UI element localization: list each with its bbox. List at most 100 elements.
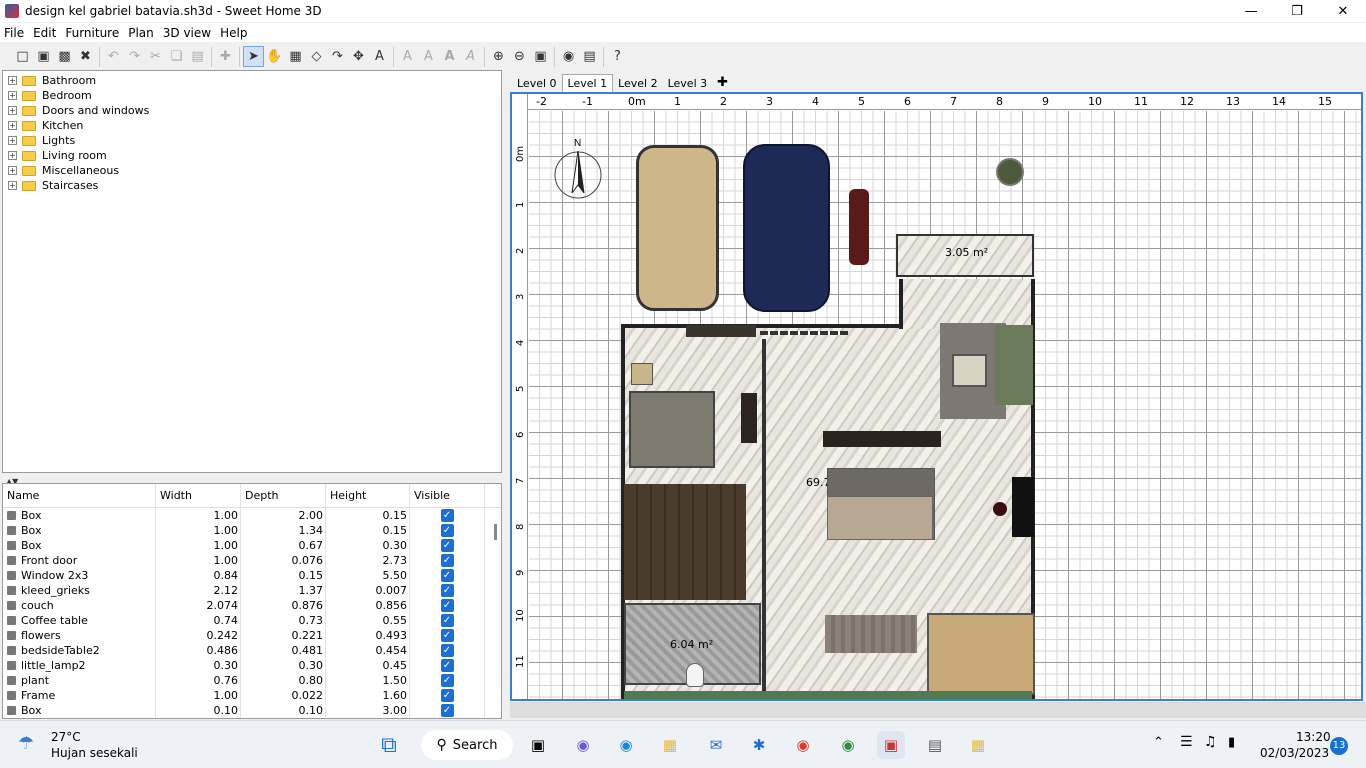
task-view-icon[interactable]: ▣ (524, 731, 552, 759)
table-row[interactable]: couch 2.074 0.876 0.856 ✓ (3, 598, 501, 613)
clock-time[interactable]: 13:20 (1296, 730, 1331, 744)
zoom-in-icon[interactable]: ⊕ (488, 46, 509, 67)
header-width[interactable]: Width (156, 484, 241, 508)
mail-icon[interactable]: ✉ (702, 731, 730, 759)
bold-text-icon[interactable]: A (439, 46, 460, 67)
table-row[interactable]: Front door 1.00 0.076 2.73 ✓ (3, 553, 501, 568)
folder-app-icon[interactable]: ▦ (964, 731, 992, 759)
visible-checkbox[interactable]: ✓ (440, 644, 454, 657)
armchair[interactable] (995, 325, 1033, 405)
create-rooms-icon[interactable]: ◇ (306, 46, 327, 67)
new-home-icon[interactable]: □ (12, 46, 33, 67)
table-scrollbar[interactable] (494, 524, 497, 540)
decrease-text-size-icon[interactable]: A (418, 46, 439, 67)
menu-edit[interactable]: Edit (29, 26, 61, 40)
file-explorer-icon[interactable]: ▦ (656, 731, 684, 759)
increase-text-size-icon[interactable]: A (397, 46, 418, 67)
copy-icon[interactable]: ❏ (166, 46, 187, 67)
sweet-home-3d-taskbar-icon[interactable]: ▣ (877, 731, 905, 759)
coffee-table[interactable] (952, 354, 987, 387)
bedside-table[interactable] (631, 363, 653, 385)
close-button[interactable]: ✕ (1320, 0, 1366, 22)
catalog-miscellaneous[interactable]: + Miscellaneous (3, 163, 501, 178)
table-row[interactable]: kleed_grieks 2.12 1.37 0.007 ✓ (3, 583, 501, 598)
redo-icon[interactable]: ↷ (124, 46, 145, 67)
table-row[interactable]: Box 1.00 2.00 0.15 ✓ (3, 508, 501, 523)
clock-date[interactable]: 02/03/2023 (1260, 746, 1329, 760)
upper-right-floor[interactable] (899, 279, 1035, 329)
plan-view[interactable]: N 3.05 m² 6.04 m² 69.78 m² (510, 92, 1363, 701)
couch[interactable] (827, 496, 933, 540)
add-text-icon[interactable]: A (369, 46, 390, 67)
save-icon[interactable]: ▩ (54, 46, 75, 67)
tv-console[interactable] (823, 431, 941, 447)
catalog-bedroom[interactable]: + Bedroom (3, 88, 501, 103)
tray-chevron-icon[interactable]: ⌃ (1153, 735, 1164, 750)
menu-help[interactable]: Help (216, 26, 252, 40)
table-row[interactable]: flowers 0.242 0.221 0.493 ✓ (3, 628, 501, 643)
pane-splitter[interactable]: ▲▼ (2, 474, 502, 486)
catalog-staircases[interactable]: + Staircases (3, 178, 501, 193)
paste-icon[interactable]: ▤ (187, 46, 208, 67)
table-row[interactable]: Window 2x3 0.84 0.15 5.50 ✓ (3, 568, 501, 583)
visible-checkbox[interactable]: ✓ (440, 509, 454, 522)
floor-lamp[interactable] (993, 502, 1007, 516)
camera-icon[interactable]: ◉ (558, 46, 579, 67)
table-row[interactable]: Box 0.10 0.10 3.00 ✓ (3, 703, 501, 718)
visible-checkbox[interactable]: ✓ (440, 629, 454, 642)
create-polylines-icon[interactable]: ↷ (327, 46, 348, 67)
start-icon[interactable]: ⧉ (375, 731, 403, 759)
tab-level-2[interactable]: Level 2 (613, 75, 663, 92)
weather-desc[interactable]: Hujan sesekali (51, 746, 138, 760)
blue-car[interactable] (743, 144, 830, 312)
visible-checkbox[interactable]: ✓ (440, 554, 454, 567)
video-icon[interactable]: ▤ (579, 46, 600, 67)
visible-checkbox[interactable]: ✓ (440, 524, 454, 537)
visible-checkbox[interactable]: ✓ (440, 689, 454, 702)
wifi-icon[interactable]: ☰ (1180, 734, 1193, 750)
table-row[interactable]: Frame 1.00 0.022 1.60 ✓ (3, 688, 501, 703)
undo-icon[interactable]: ↶ (103, 46, 124, 67)
visible-checkbox[interactable]: ✓ (440, 569, 454, 582)
catalog-doors-windows[interactable]: + Doors and windows (3, 103, 501, 118)
table-row[interactable]: Coffee table 0.74 0.73 0.55 ✓ (3, 613, 501, 628)
zoom-out-icon[interactable]: ⊖ (509, 46, 530, 67)
visible-checkbox[interactable]: ✓ (440, 659, 454, 672)
catalog-bathroom[interactable]: + Bathroom (3, 73, 501, 88)
create-photo-icon[interactable]: ▣ (530, 46, 551, 67)
table-row[interactable]: little_lamp2 0.30 0.30 0.45 ✓ (3, 658, 501, 673)
table-row[interactable]: Box 1.00 0.67 0.30 ✓ (3, 538, 501, 553)
plan-grid[interactable]: N 3.05 m² 6.04 m² 69.78 m² (529, 111, 1361, 699)
add-level-icon[interactable]: ✚ (712, 73, 733, 92)
restore-button[interactable]: ❐ (1274, 0, 1320, 22)
bed[interactable] (629, 391, 715, 468)
catalog-living-room[interactable]: + Living room (3, 148, 501, 163)
3d-view-strip[interactable] (510, 702, 1366, 718)
kitchen-counter[interactable] (927, 613, 1035, 695)
menu-file[interactable]: File (0, 26, 29, 40)
other-app-icon[interactable]: ▤ (921, 731, 949, 759)
battery-icon[interactable]: ▮ (1228, 735, 1235, 750)
visible-checkbox[interactable]: ✓ (440, 539, 454, 552)
chrome-profile-icon[interactable]: ◉ (834, 731, 862, 759)
menu-furniture[interactable]: Furniture (61, 26, 124, 40)
help-icon[interactable]: ? (607, 46, 628, 67)
compass-icon[interactable]: N (553, 137, 605, 201)
cut-icon[interactable]: ✂ (145, 46, 166, 67)
tv-cabinet[interactable] (741, 393, 757, 443)
edge-icon[interactable]: ◉ (612, 731, 640, 759)
bedroom-desk[interactable] (686, 325, 756, 337)
chrome-icon[interactable]: ◉ (789, 731, 817, 759)
visible-checkbox[interactable]: ✓ (440, 599, 454, 612)
weather-icon[interactable]: ☂ (18, 733, 42, 757)
select-mode-icon[interactable]: ➤ (243, 46, 264, 67)
minimize-button[interactable]: — (1228, 0, 1274, 22)
menu-3d-view[interactable]: 3D view (159, 26, 216, 40)
tab-level-3[interactable]: Level 3 (663, 75, 713, 92)
dining-table[interactable] (825, 615, 917, 653)
open-icon[interactable]: ▣ (33, 46, 54, 67)
plant-pot[interactable] (996, 158, 1024, 186)
table-row[interactable]: plant 0.76 0.80 1.50 ✓ (3, 673, 501, 688)
toilet[interactable] (686, 663, 704, 687)
visible-checkbox[interactable]: ✓ (440, 674, 454, 687)
